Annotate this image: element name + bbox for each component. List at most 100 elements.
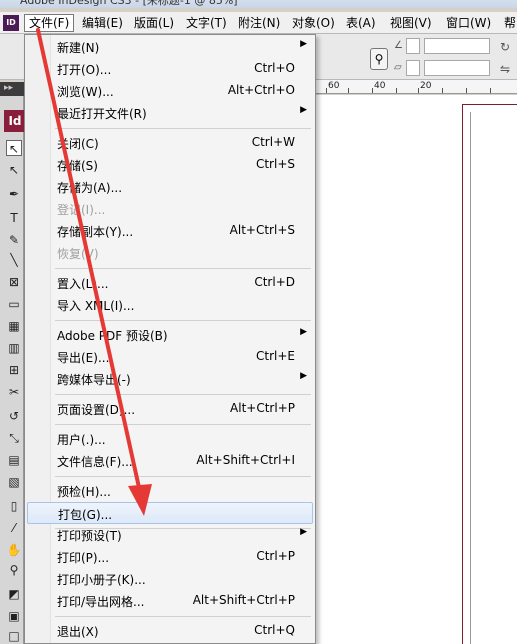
menu-item-print[interactable]: 打印(P)... Ctrl+P <box>27 546 313 568</box>
menu-view[interactable]: 视图(V) <box>386 14 436 32</box>
menu-separator <box>55 268 311 269</box>
constrain-proportions-button[interactable]: ⚲ <box>370 48 388 70</box>
pen-tool-icon[interactable]: ✒ <box>6 186 22 202</box>
menu-layout[interactable]: 版面(L) <box>130 14 178 32</box>
menu-item-exit[interactable]: 退出(X) Ctrl+Q <box>27 620 313 642</box>
menu-item-recent-files[interactable]: 最近打开文件(R) ▶ <box>27 102 313 124</box>
rotate-angle-icon: ∠ <box>394 40 403 51</box>
menu-item-package[interactable]: 打包(G)... <box>27 502 313 524</box>
menu-object[interactable]: 对象(O) <box>288 14 339 32</box>
menu-separator <box>55 128 311 129</box>
submenu-arrow-icon: ▶ <box>300 371 307 381</box>
menu-item-print-export-grid[interactable]: 打印/导出网格... Alt+Shift+Ctrl+P <box>27 590 313 612</box>
swap-fill-stroke-icon[interactable]: ▣ <box>6 608 22 624</box>
menu-item-pdf-presets[interactable]: Adobe PDF 预设(B) ▶ <box>27 324 313 346</box>
hand-tool-icon[interactable]: ✋ <box>6 542 22 558</box>
menu-type[interactable]: 文字(T) <box>182 14 231 32</box>
menu-separator <box>55 394 311 395</box>
gap-tool-icon[interactable]: ▥ <box>6 340 22 356</box>
menu-item-cross-media-export[interactable]: 跨媒体导出(-) ▶ <box>27 368 313 390</box>
zoom-tool-icon[interactable]: ⚲ <box>6 562 22 578</box>
submenu-arrow-icon: ▶ <box>300 327 307 337</box>
menu-separator <box>55 476 311 477</box>
menu-item-file-info[interactable]: 文件信息(F)... Alt+Shift+Ctrl+I <box>27 450 313 472</box>
flip-icon[interactable]: ⇋ <box>500 62 510 76</box>
menu-item-label: 登记(I)... <box>57 203 106 217</box>
scissors-tool-icon[interactable]: ✂ <box>6 384 22 400</box>
menu-item-label: 页面设置(D)... <box>57 403 136 417</box>
note-tool-icon[interactable]: ▯ <box>6 498 22 514</box>
rotate-cw-icon[interactable]: ↻ <box>500 40 510 54</box>
menu-edit[interactable]: 编辑(E) <box>78 14 127 32</box>
scale-tool-icon[interactable]: ⤡ <box>6 430 22 446</box>
menu-item-shortcut: Ctrl+D <box>254 275 295 289</box>
menu-item-shortcut: Ctrl+S <box>255 157 295 171</box>
menu-file[interactable]: 文件(F) <box>24 14 75 32</box>
menu-item-place[interactable]: 置入(L)... Ctrl+D <box>27 272 313 294</box>
app-logo-icon: ID <box>3 15 19 31</box>
menu-item-preflight[interactable]: 预检(H)... <box>27 480 313 502</box>
menu-item-label: 打印预设(T) <box>57 529 122 543</box>
direct-selection-tool-icon[interactable]: ↖ <box>6 162 22 178</box>
ruler-label: 40 <box>374 81 386 91</box>
rectangle-frame-tool-icon[interactable]: ⊠ <box>6 274 22 290</box>
menu-item-print-booklet[interactable]: 打印小册子(K)... <box>27 568 313 590</box>
fill-stroke-icon[interactable]: ◩ <box>6 586 22 602</box>
shear-dropdown[interactable] <box>406 60 420 76</box>
menu-item-print-presets[interactable]: 打印预设(T) ▶ <box>27 524 313 546</box>
indesign-logo-icon: Id <box>4 110 26 132</box>
menu-item-new[interactable]: 新建(N) ▶ <box>27 36 313 58</box>
pencil-tool-icon[interactable]: ✎ <box>6 232 22 248</box>
menu-item-export[interactable]: 导出(E)... Ctrl+E <box>27 346 313 368</box>
menu-item-open[interactable]: 打开(O)... Ctrl+O <box>27 58 313 80</box>
menu-notes[interactable]: 附注(N) <box>234 14 284 32</box>
menu-help[interactable]: 帮 <box>500 14 517 32</box>
menu-separator <box>55 424 311 425</box>
menu-item-shortcut: Alt+Shift+Ctrl+P <box>192 593 295 607</box>
menu-item-browse[interactable]: 浏览(W)... Alt+Ctrl+O <box>27 80 313 102</box>
menu-window[interactable]: 窗口(W) <box>442 14 495 32</box>
menu-item-label: 用户(.)... <box>57 433 106 447</box>
rotate-dropdown[interactable] <box>406 38 420 54</box>
menu-item-label: 关闭(C) <box>57 137 99 151</box>
menu-item-shortcut: Alt+Ctrl+S <box>229 223 295 237</box>
eyedropper-tool-icon[interactable]: ⁄ <box>6 520 22 536</box>
shear-angle-input[interactable] <box>424 60 490 76</box>
formatting-container-icon[interactable]: □ <box>6 628 22 644</box>
rectangle-tool-icon[interactable]: ▭ <box>6 296 22 312</box>
menu-item-shortcut: Ctrl+E <box>256 349 295 363</box>
menu-item-user[interactable]: 用户(.)... <box>27 428 313 450</box>
menu-item-shortcut: Alt+Ctrl+O <box>227 83 295 97</box>
tool-panel-header[interactable]: ▸▸ <box>0 82 24 96</box>
menu-table[interactable]: 表(A) <box>342 14 380 32</box>
button-tool-icon[interactable]: ▦ <box>6 318 22 334</box>
gradient-tool-icon[interactable]: ▤ <box>6 452 22 468</box>
ruler-label: 60 <box>328 81 340 91</box>
menu-item-revert: 恢复(V) <box>27 242 313 264</box>
page-margin-guide <box>470 112 517 644</box>
menu-item-save-copy[interactable]: 存储副本(Y)... Alt+Ctrl+S <box>27 220 313 242</box>
position-tool-icon[interactable]: ⊞ <box>6 362 22 378</box>
gradient-feather-tool-icon[interactable]: ▧ <box>6 474 22 490</box>
menu-item-shortcut: Alt+Ctrl+P <box>230 401 295 415</box>
menu-item-label: 打开(O)... <box>57 63 112 77</box>
line-tool-icon[interactable]: ╲ <box>6 252 22 268</box>
menu-item-label: 存储副本(Y)... <box>57 225 134 239</box>
menu-item-shortcut: Ctrl+O <box>254 61 295 75</box>
menu-item-save-as[interactable]: 存储为(A)... <box>27 176 313 198</box>
window-title: Adobe InDesign CS3 - [未标题-1 @ 85%] <box>20 0 238 7</box>
menu-item-label: 导出(E)... <box>57 351 110 365</box>
selection-tool-icon[interactable]: ↖ <box>6 140 22 156</box>
rotate-angle-input[interactable] <box>424 38 490 54</box>
type-tool-icon[interactable]: T <box>6 210 22 226</box>
menu-item-page-setup[interactable]: 页面设置(D)... Alt+Ctrl+P <box>27 398 313 420</box>
menu-item-label: 新建(N) <box>57 41 100 55</box>
menu-item-label: 置入(L)... <box>57 277 109 291</box>
menu-item-close[interactable]: 关闭(C) Ctrl+W <box>27 132 313 154</box>
menu-item-import-xml[interactable]: 导入 XML(I)... <box>27 294 313 316</box>
menu-item-label: 浏览(W)... <box>57 85 114 99</box>
menu-item-shortcut: Ctrl+W <box>251 135 295 149</box>
rotate-tool-icon[interactable]: ↺ <box>6 408 22 424</box>
menu-item-save[interactable]: 存储(S) Ctrl+S <box>27 154 313 176</box>
menu-item-label: 恢复(V) <box>57 247 99 261</box>
